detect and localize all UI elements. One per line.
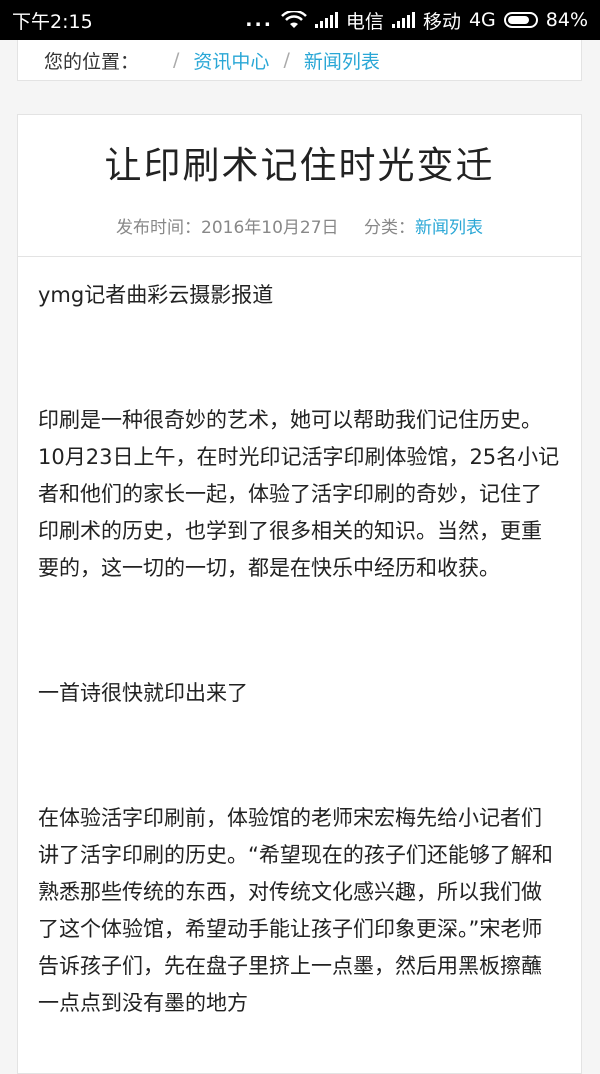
article-paragraph: 印刷是一种很奇妙的艺术，她可以帮助我们记住历史。10月23日上午，在时光印记活字… [38, 408, 560, 580]
article-title: 让印刷术记住时光变迁 [104, 144, 495, 187]
status-bar: 下午2:15 ... 电信 移动 4G 84% [0, 0, 600, 40]
status-indicators: ... 电信 移动 4G 84% [245, 7, 588, 34]
breadcrumb-separator: / [173, 49, 180, 71]
signal-icon-2 [391, 12, 415, 28]
status-time: 下午2:15 [12, 10, 93, 33]
breadcrumb-separator: / [283, 49, 290, 71]
article-paragraph: 在体验活字印刷前，体验馆的老师宋宏梅先给小记者们讲了活字印刷的历史。“希望现在的… [38, 806, 553, 1015]
breadcrumb-item-news-list[interactable]: 新闻列表 [304, 47, 380, 74]
battery-percent: 84% [545, 9, 588, 31]
article-meta: 发布时间：2016年10月27日 分类：新闻列表 [18, 213, 581, 238]
breadcrumb-label: 您的位置： [44, 50, 140, 73]
more-dots-icon: ... [245, 9, 273, 31]
article-paragraph: 一首诗很快就印出来了 [38, 681, 248, 705]
breadcrumb-item-news-center[interactable]: 资讯中心 [193, 47, 269, 74]
divider [18, 256, 581, 257]
article-card: 让印刷术记住时光变迁 发布时间：2016年10月27日 分类：新闻列表 ymg记… [17, 114, 582, 1074]
carrier-2: 移动 [422, 10, 461, 33]
category-label: 分类： [363, 218, 415, 238]
wifi-icon [281, 11, 307, 28]
breadcrumb: 您的位置： / 资讯中心 / 新闻列表 [17, 40, 582, 81]
publish-date: 发布时间：2016年10月27日 [116, 218, 339, 238]
carrier-1: 电信 [345, 10, 384, 33]
network-type: 4G [468, 9, 496, 31]
signal-icon-1 [314, 12, 338, 28]
category-link[interactable]: 新闻列表 [415, 218, 483, 238]
article-paragraph: ymg记者曲彩云摄影报道 [38, 283, 274, 307]
battery-icon [503, 12, 538, 28]
article-body: ymg记者曲彩云摄影报道 印刷是一种很奇妙的艺术，她可以帮助我们记住历史。10月… [18, 277, 581, 1022]
